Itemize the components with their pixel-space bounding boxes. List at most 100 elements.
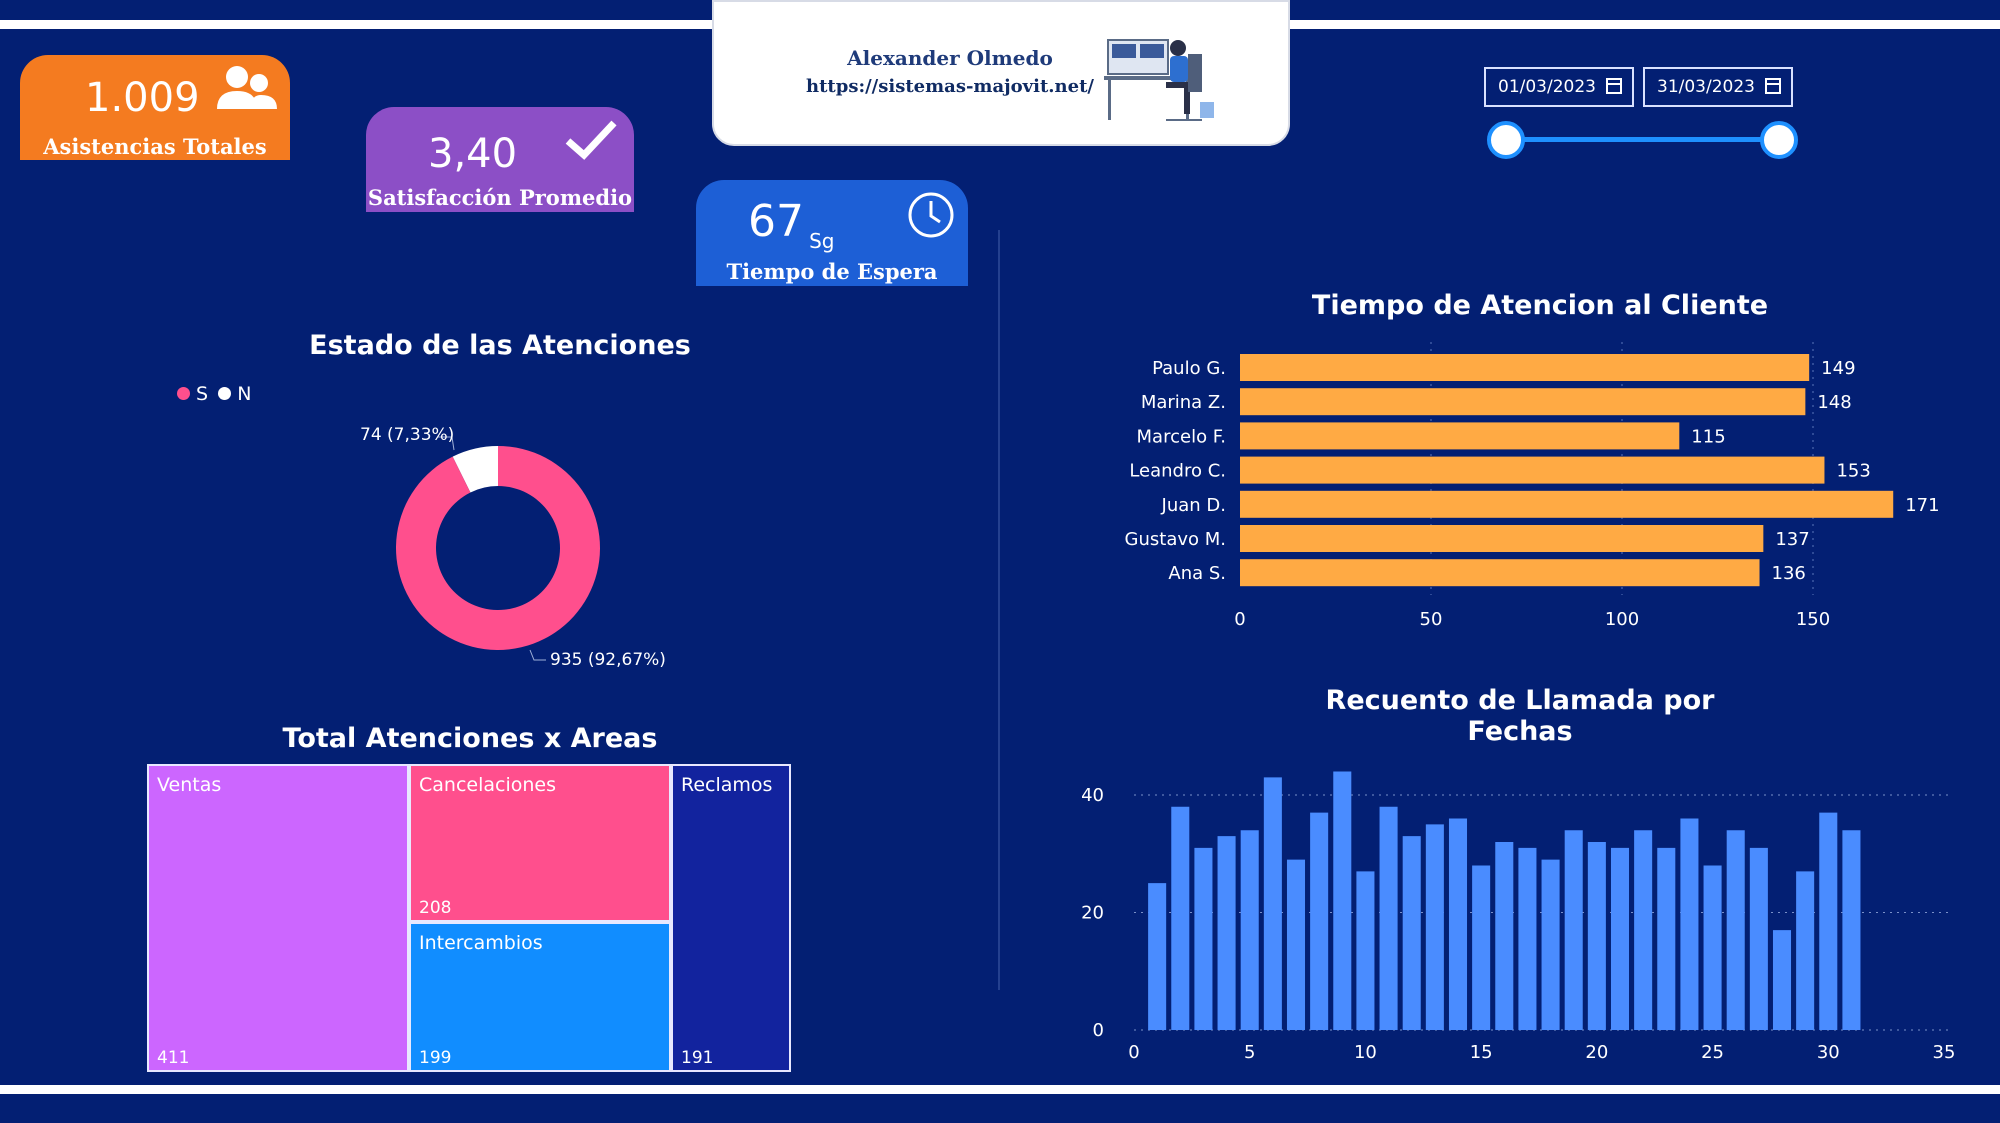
bar[interactable] <box>1333 771 1352 1031</box>
kpi-satisfaction-label: Satisfacción Promedio <box>367 185 633 210</box>
bar[interactable] <box>1240 830 1259 1030</box>
hbar-chart[interactable]: 0 50 100 150 Paulo G. 149 Marina Z. 148 Marcelo … <box>1080 340 1980 640</box>
x-tick-label: 100 <box>1605 609 1639 630</box>
bar[interactable] <box>1240 490 1894 518</box>
end-date-text: 31/03/2023 <box>1657 77 1755 97</box>
check-icon <box>565 120 617 160</box>
date-range-handle-start[interactable] <box>1487 121 1525 159</box>
treemap-cell-label: Cancelaciones <box>419 774 556 796</box>
treemap-cell-intercambios[interactable]: Intercambios 199 <box>409 922 671 1072</box>
header-card: Alexander Olmedo https://sistemas-majovi… <box>712 0 1290 146</box>
bar[interactable] <box>1657 847 1676 1030</box>
vbar-chart[interactable]: 0 20 40 0 5 10 15 20 25 30 35 <box>1060 760 1980 1070</box>
bar[interactable] <box>1634 830 1653 1030</box>
bar[interactable] <box>1819 812 1838 1030</box>
data-label: 171 <box>1905 495 1939 516</box>
bar[interactable] <box>1610 847 1630 1030</box>
legend-label-s: S <box>196 383 209 405</box>
treemap-cell-value: 208 <box>419 898 452 918</box>
bottom-border-line <box>0 1085 2000 1094</box>
treemap-cell-cancelaciones[interactable]: Cancelaciones 208 <box>409 764 671 922</box>
end-date-input[interactable]: 31/03/2023 <box>1643 67 1793 107</box>
bar[interactable] <box>1379 806 1398 1030</box>
kpi-wait-unit: Sg <box>809 229 835 253</box>
category-label: Marcelo F. <box>1137 426 1226 447</box>
x-tick-label: 15 <box>1470 1042 1493 1063</box>
bar[interactable] <box>1425 824 1444 1030</box>
date-range-track[interactable] <box>1506 137 1778 142</box>
donut-label-s: 935 (92,67%) <box>550 650 666 670</box>
bar[interactable] <box>1541 859 1560 1030</box>
treemap: Ventas 411 Cancelaciones 208 Intercambio… <box>147 764 791 1072</box>
kpi-wait-value-group: 67 Sg <box>748 196 834 253</box>
kpi-wait-value: 67 <box>748 196 804 247</box>
donut-leader-line <box>529 649 546 661</box>
treemap-cell-value: 199 <box>419 1048 452 1068</box>
website-link[interactable]: https://sistemas-majovit.net/ <box>770 76 1130 97</box>
users-icon <box>217 66 277 109</box>
bar[interactable] <box>1518 847 1537 1030</box>
bar[interactable] <box>1402 836 1421 1030</box>
author-name: Alexander Olmedo <box>847 46 1053 70</box>
category-label: Juan D. <box>1161 495 1226 516</box>
bar[interactable] <box>1240 559 1760 587</box>
bar[interactable] <box>1356 871 1375 1030</box>
x-tick-label: 0 <box>1234 609 1245 630</box>
bar[interactable] <box>1240 354 1810 381</box>
y-tick-label: 0 <box>1093 1020 1104 1041</box>
calendar-icon[interactable] <box>1606 78 1622 94</box>
legend-label-n: N <box>237 383 252 405</box>
data-label: 137 <box>1775 529 1809 550</box>
start-date-text: 01/03/2023 <box>1498 77 1596 97</box>
clock-icon <box>908 192 954 238</box>
start-date-input[interactable]: 01/03/2023 <box>1484 67 1634 107</box>
category-label: Marina Z. <box>1141 392 1226 413</box>
bar[interactable] <box>1472 865 1491 1031</box>
kpi-total-value: 1.009 <box>85 75 200 121</box>
bar[interactable] <box>1495 842 1514 1030</box>
bar[interactable] <box>1796 871 1815 1030</box>
bar[interactable] <box>1587 842 1606 1030</box>
bar[interactable] <box>1286 859 1306 1030</box>
x-tick-label: 5 <box>1244 1042 1255 1063</box>
donut-slice-s[interactable] <box>396 446 600 650</box>
bar[interactable] <box>1240 388 1806 416</box>
calendar-icon[interactable] <box>1765 78 1781 94</box>
bar[interactable] <box>1749 847 1768 1030</box>
treemap-cell-reclamos[interactable]: Reclamos 191 <box>671 764 791 1072</box>
bar[interactable] <box>1703 865 1722 1031</box>
bar[interactable] <box>1240 422 1680 450</box>
kpi-total-card: 1.009 Asistencias Totales <box>20 55 290 160</box>
x-tick-label: 150 <box>1796 609 1830 630</box>
bar[interactable] <box>1217 836 1236 1030</box>
bar[interactable] <box>1772 930 1792 1030</box>
bar[interactable] <box>1564 830 1583 1030</box>
desk-worker-illustration <box>1104 39 1214 121</box>
legend-dot-n <box>218 387 232 400</box>
kpi-wait-label: Tiempo de Espera <box>726 259 938 284</box>
treemap-cell-label: Intercambios <box>419 932 543 954</box>
treemap-cell-ventas[interactable]: Ventas 411 <box>147 764 409 1072</box>
bar[interactable] <box>1148 883 1167 1030</box>
bar[interactable] <box>1310 812 1329 1030</box>
vertical-divider <box>998 230 1000 990</box>
x-tick-label: 35 <box>1933 1042 1956 1063</box>
x-tick-label: 30 <box>1817 1042 1840 1063</box>
legend-dot-s <box>177 387 190 400</box>
date-range-handle-end[interactable] <box>1760 121 1798 159</box>
donut-label-n: 74 (7,33%) <box>360 425 455 445</box>
bar[interactable] <box>1726 830 1745 1030</box>
treemap-cell-value: 191 <box>681 1048 714 1068</box>
bar[interactable] <box>1240 456 1825 484</box>
data-label: 148 <box>1817 392 1851 413</box>
bar[interactable] <box>1194 847 1213 1030</box>
y-tick-label: 40 <box>1081 785 1104 806</box>
bar[interactable] <box>1448 818 1468 1031</box>
bar[interactable] <box>1680 818 1699 1031</box>
treemap-cell-label: Reclamos <box>681 774 773 796</box>
bar[interactable] <box>1842 830 1861 1030</box>
bar[interactable] <box>1263 777 1282 1030</box>
bar[interactable] <box>1171 806 1190 1030</box>
treemap-cell-value: 411 <box>157 1048 190 1068</box>
bar[interactable] <box>1240 525 1764 552</box>
